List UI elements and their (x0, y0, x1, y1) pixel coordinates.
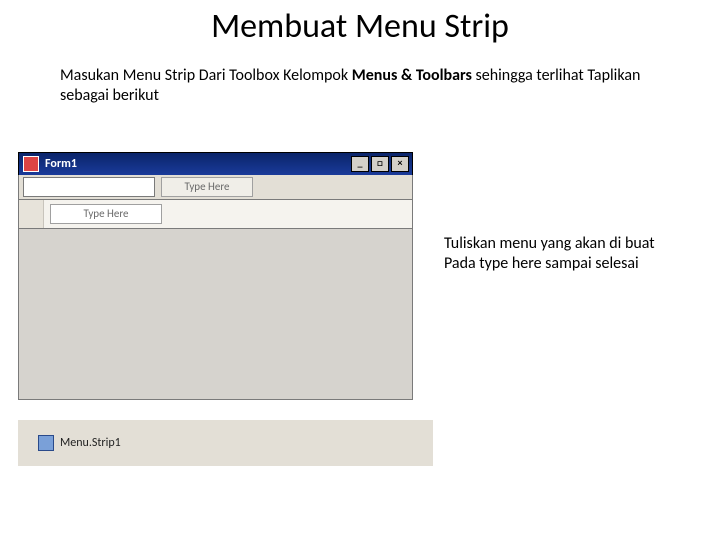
instr-bold: Menus & Toolbars (352, 66, 472, 85)
form-client-area (18, 229, 413, 400)
sidenote-line1: Tuliskan menu yang akan di buat (444, 234, 704, 254)
menu-item-editbox[interactable] (23, 177, 155, 197)
component-label: Menu.Strip1 (60, 436, 121, 450)
menu-dropdown-panel: Type Here (18, 200, 413, 229)
window-title: Form1 (45, 157, 77, 171)
form-designer: Form1 _ □ × Type Here Type Here (18, 152, 413, 400)
minimize-button[interactable]: _ (351, 156, 369, 172)
sidenote-line2: Pada type here sampai selesai (444, 254, 704, 274)
menu-strip[interactable]: Type Here (18, 175, 413, 200)
window-titlebar[interactable]: Form1 _ □ × (18, 152, 413, 175)
type-here-top[interactable]: Type Here (161, 177, 253, 197)
slide-title: Membuat Menu Strip (0, 6, 720, 47)
component-tray[interactable]: Menu.Strip1 (18, 420, 433, 466)
instr-pre: Masukan Menu Strip Dari Toolbox Kelompok (60, 66, 352, 85)
dropdown-icon-gutter (19, 200, 44, 228)
menustrip-icon (38, 435, 54, 451)
type-here-submenu[interactable]: Type Here (50, 204, 162, 224)
maximize-button[interactable]: □ (371, 156, 389, 172)
form-icon (23, 156, 39, 172)
slide-instructions: Masukan Menu Strip Dari Toolbox Kelompok… (60, 66, 660, 106)
side-note: Tuliskan menu yang akan di buat Pada typ… (444, 234, 704, 274)
close-button[interactable]: × (391, 156, 409, 172)
